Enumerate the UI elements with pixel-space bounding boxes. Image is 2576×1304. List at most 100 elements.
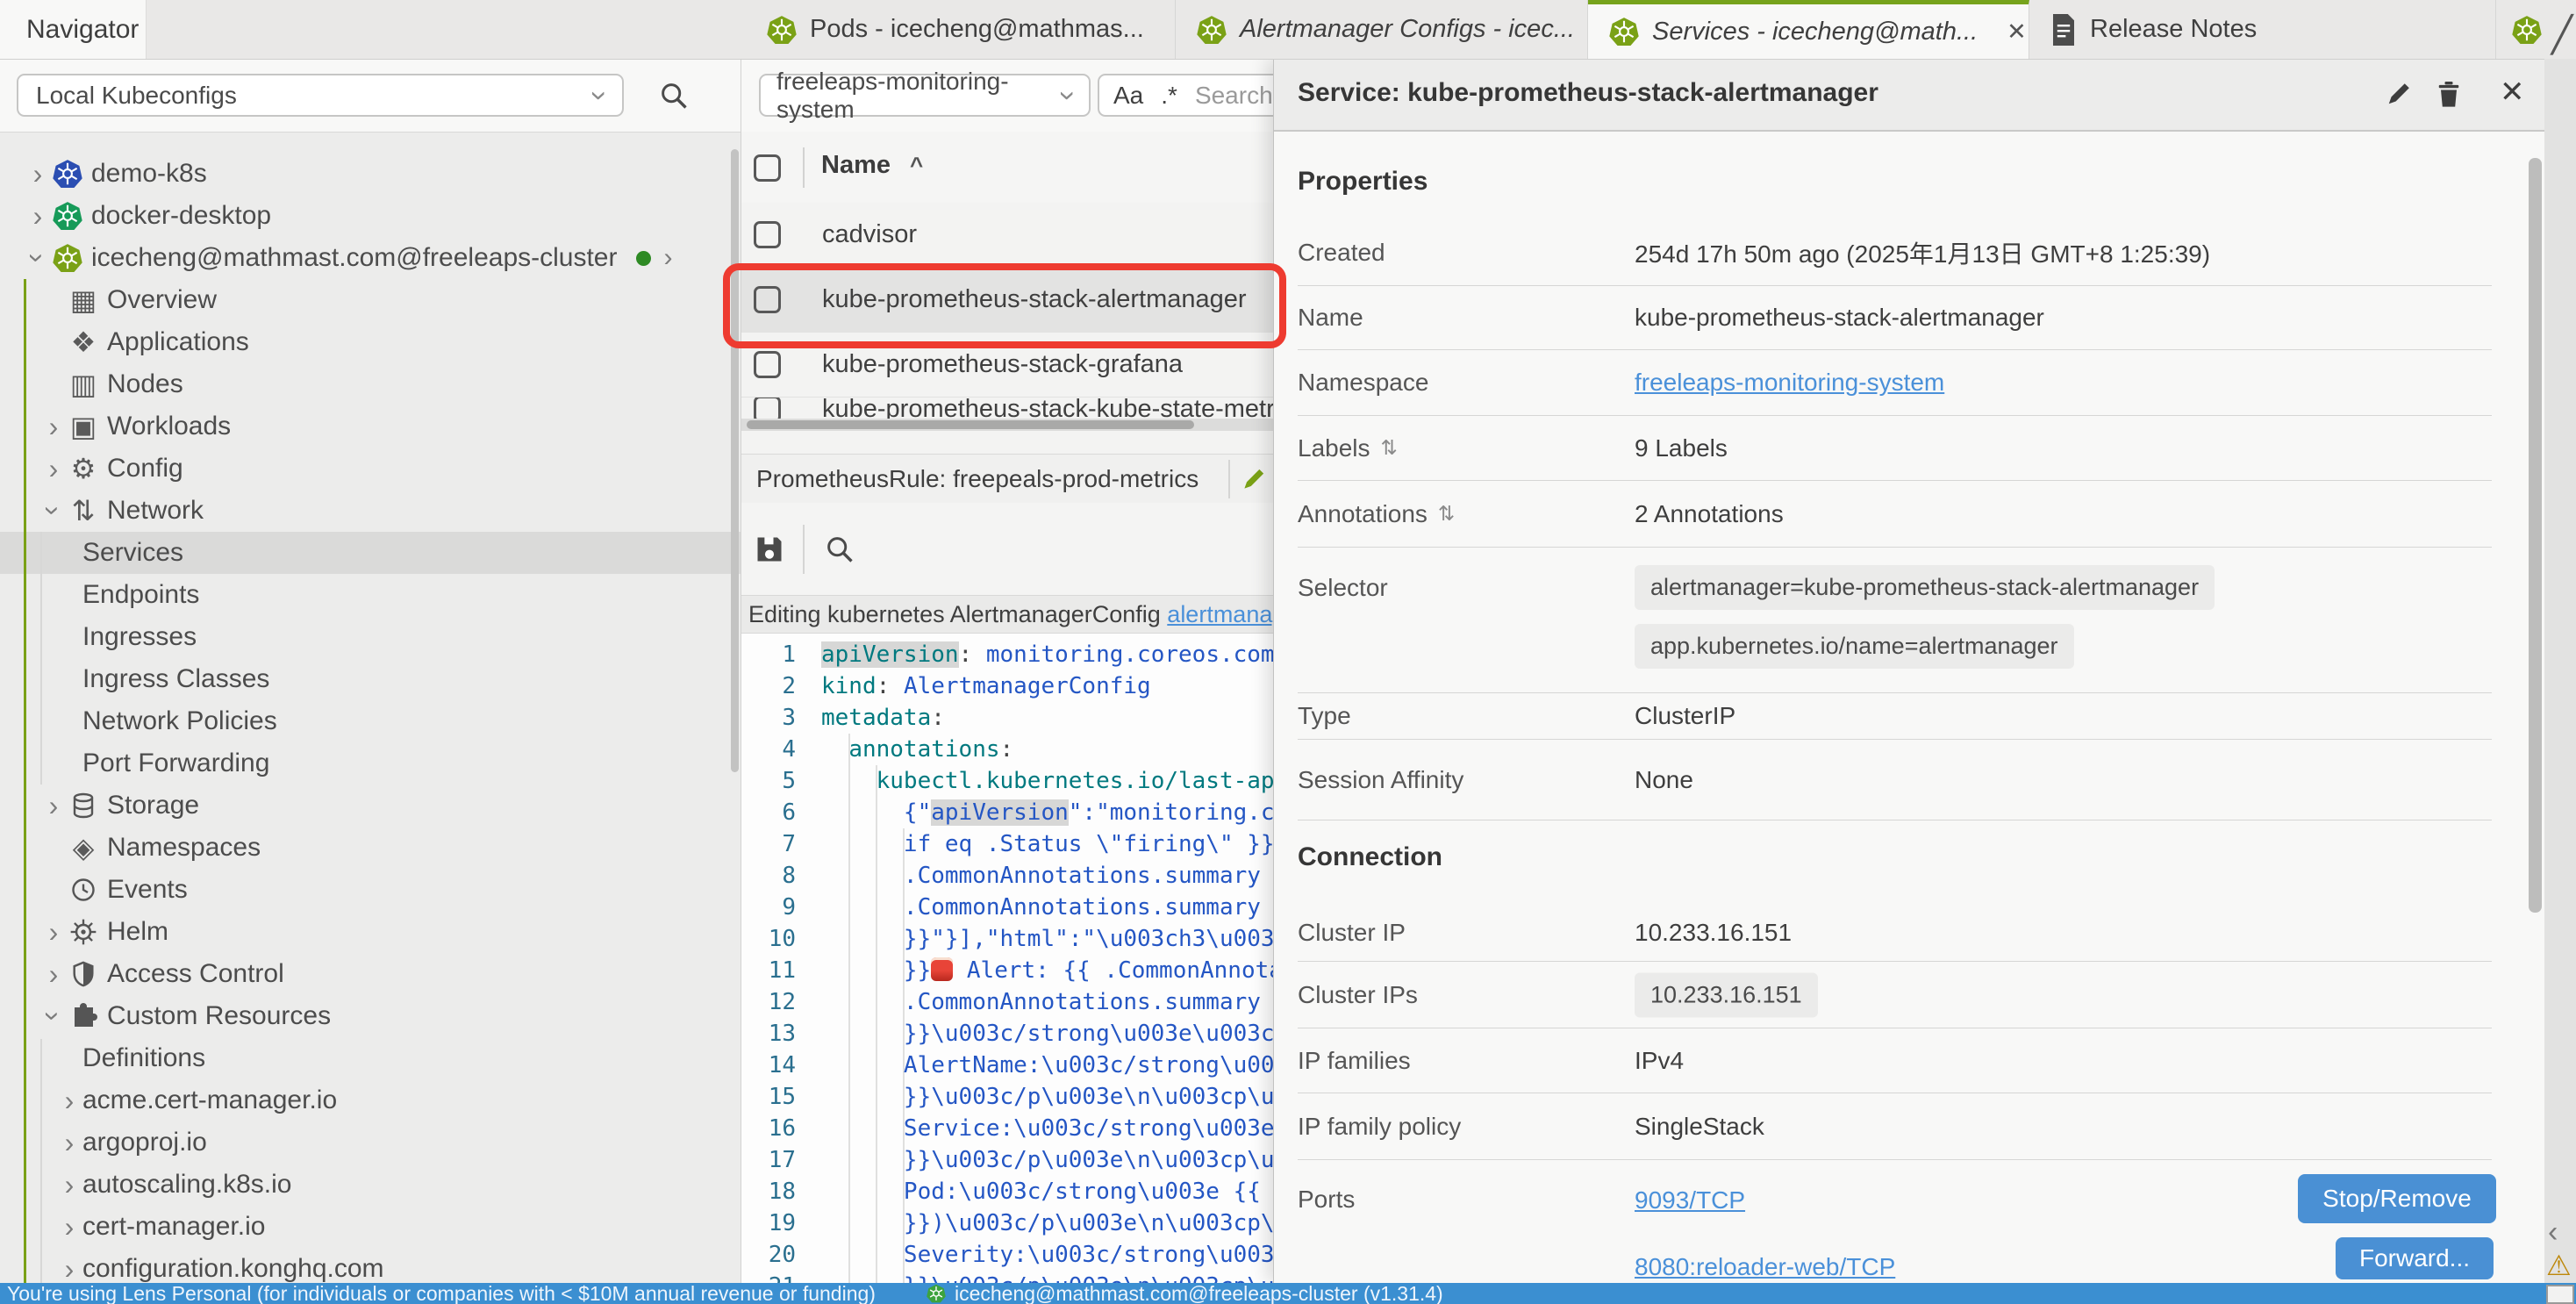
sidebar-item-label: Helm — [107, 917, 168, 947]
sidebar-item-label: Network Policies — [82, 706, 277, 736]
code-line: .CommonAnnotations.summary }}- — [821, 892, 1316, 923]
tab-services[interactable]: Services - icecheng@math...✕ — [1588, 0, 2029, 59]
sidebar-item-custom-resources[interactable]: ›Custom Resources — [0, 995, 741, 1037]
ip-family-policy-value: SingleStack — [1635, 1113, 1764, 1141]
sidebar-item-helm[interactable]: › Helm — [0, 911, 741, 953]
sort-toggle-icon[interactable]: ⇅ — [1381, 436, 1398, 460]
sidebar-item-events[interactable]: Events — [0, 869, 741, 911]
chevron-right-icon[interactable]: › — [40, 918, 67, 946]
search-icon[interactable] — [824, 534, 855, 565]
chevron-right-icon[interactable]: › — [40, 792, 67, 820]
row-checkbox[interactable] — [754, 221, 781, 248]
chevron-right-icon[interactable]: › — [56, 1086, 82, 1114]
name-column-header[interactable]: Name ^ — [821, 151, 923, 180]
row-checkbox[interactable] — [754, 351, 781, 378]
close-icon[interactable]: ✕ — [2500, 75, 2525, 110]
chevron-right-icon[interactable]: › — [56, 1128, 82, 1157]
stop-remove-button[interactable]: Stop/Remove — [2298, 1174, 2496, 1223]
forward-button[interactable]: Forward... — [2336, 1237, 2494, 1279]
partial-ui-fragment — [2546, 1285, 2574, 1304]
line-number: 19 — [741, 1207, 796, 1239]
sidebar-item-label: Config — [107, 454, 183, 484]
selector-chip: app.kubernetes.io/name=alertmanager — [1635, 624, 2074, 669]
sidebar-item-docker-desktop[interactable]: ›docker-desktop — [0, 195, 741, 237]
chevron-right-icon[interactable]: › — [25, 202, 51, 230]
prometheusrule-dock-tab[interactable]: PrometheusRule: freepeals-prod-metrics — [741, 454, 1273, 505]
chevron-right-icon[interactable]: › — [40, 412, 67, 441]
chevron-right-icon[interactable]: › — [25, 160, 51, 188]
match-case-toggle[interactable]: Aa — [1113, 82, 1143, 110]
table-row-cadvisor[interactable]: cadvisor — [741, 203, 1303, 268]
sidebar-item-network-policies[interactable]: Network Policies — [0, 700, 741, 742]
chevron-right-icon[interactable]: › — [40, 455, 67, 483]
tab-release[interactable]: Release Notes — [2029, 0, 2496, 59]
sidebar-item-autoscaling-k8s-io[interactable]: ›autoscaling.k8s.io — [0, 1164, 741, 1206]
line-number: 6 — [741, 797, 796, 828]
chevron-down-icon[interactable]: › — [39, 1003, 68, 1029]
horizontal-scrollbar[interactable] — [741, 419, 1273, 431]
save-icon[interactable] — [754, 534, 785, 565]
chevron-right-icon[interactable]: › — [663, 243, 672, 273]
sidebar-item-storage[interactable]: ›Storage — [0, 785, 741, 827]
line-number: 7 — [741, 828, 796, 860]
sidebar-item-configuration-konghq-com[interactable]: ›configuration.konghq.com — [0, 1248, 741, 1283]
sidebar-item-applications[interactable]: ❖Applications — [0, 321, 741, 363]
delete-trash-icon[interactable] — [2433, 78, 2465, 110]
sidebar-item-access-control[interactable]: ›Access Control — [0, 953, 741, 995]
chevron-right-icon[interactable]: › — [56, 1255, 82, 1283]
siren-emoji — [931, 957, 953, 981]
sidebar-item-workloads[interactable]: ›▣Workloads — [0, 405, 741, 448]
chevron-down-icon[interactable]: › — [39, 498, 68, 524]
sidebar-item-demo-k8s[interactable]: ›demo-k8s — [0, 153, 741, 195]
line-number: 2 — [741, 670, 796, 702]
port-link[interactable]: 8080:reloader-web/TCP — [1635, 1253, 1895, 1281]
sidebar-item-endpoints[interactable]: Endpoints — [0, 574, 741, 616]
sidebar-item-config[interactable]: ›⚙Config — [0, 448, 741, 490]
sidebar-item-acme-cert-manager-io[interactable]: ›acme.cert-manager.io — [0, 1079, 741, 1121]
sidebar-item-icecheng-mathmast-com-freeleaps-cluster[interactable]: ›icecheng@mathmast.com@freeleaps-cluster… — [0, 237, 741, 279]
sidebar-item-label: Events — [107, 875, 188, 905]
namespace-link[interactable]: freeleaps-monitoring-system — [1635, 369, 1944, 397]
sort-toggle-icon[interactable]: ⇅ — [1438, 502, 1455, 526]
edit-pencil-icon[interactable] — [1239, 464, 1269, 494]
chevron-right-icon[interactable]: › — [56, 1171, 82, 1199]
chevron-right-icon[interactable]: › — [56, 1213, 82, 1241]
chevron-down-icon[interactable]: › — [24, 245, 52, 271]
sidebar-item-services[interactable]: Services — [0, 532, 741, 574]
close-tab-icon[interactable]: ✕ — [2007, 18, 2027, 46]
applications-icon: ❖ — [67, 328, 100, 356]
search-icon[interactable] — [658, 80, 690, 111]
regex-toggle[interactable]: .* — [1161, 82, 1177, 110]
editing-text: Editing kubernetes AlertmanagerConfig — [748, 601, 1167, 628]
port-link[interactable]: 9093/TCP — [1635, 1186, 1745, 1214]
namespace-select[interactable]: freeleaps-monitoring-system › — [759, 74, 1091, 117]
tab-pods[interactable]: Pods - icecheng@mathmas... — [746, 0, 1176, 59]
sidebar-item-nodes[interactable]: ▥Nodes — [0, 363, 741, 405]
select-all-checkbox[interactable] — [754, 154, 781, 182]
sidebar-item-network[interactable]: ›⇅Network — [0, 490, 741, 532]
sidebar-item-argoproj-io[interactable]: ›argoproj.io — [0, 1121, 741, 1164]
sidebar-item-port-forwarding[interactable]: Port Forwarding — [0, 742, 741, 785]
sidebar-item-ingresses[interactable]: Ingresses — [0, 616, 741, 658]
edit-pencil-icon[interactable] — [2383, 78, 2415, 110]
table-row-kube-prometheus-stack-kube-state-metrics[interactable]: kube-prometheus-stack-kube-state-metrics — [741, 398, 1303, 421]
k8s-teal-icon — [51, 201, 84, 231]
top-tab-bar: Navigator Pods - icecheng@mathmas...Aler… — [0, 0, 2576, 60]
sidebar-item-ingress-classes[interactable]: Ingress Classes — [0, 658, 741, 700]
name-value: kube-prometheus-stack-alertmanager — [1635, 304, 2044, 332]
sidebar-item-overview[interactable]: ▦Overview — [0, 279, 741, 321]
tab-alertmanager[interactable]: Alertmanager Configs - icec... — [1176, 0, 1588, 59]
panel-scrollbar[interactable] — [2529, 158, 2542, 913]
sidebar-item-namespaces[interactable]: ◈Namespaces — [0, 827, 741, 869]
sidebar-item-definitions[interactable]: Definitions — [0, 1037, 741, 1079]
chevron-right-icon[interactable]: › — [40, 960, 67, 988]
kubeconfig-select[interactable]: Local Kubeconfigs › — [17, 74, 624, 117]
sidebar-scrollbar[interactable] — [731, 149, 739, 772]
active-cluster-status[interactable]: icecheng@mathmast.com@freeleaps-cluster … — [927, 1283, 1443, 1304]
sidebar-item-label: Overview — [107, 285, 217, 315]
sidebar-item-label: acme.cert-manager.io — [82, 1085, 337, 1115]
sidebar-item-cert-manager-io[interactable]: ›cert-manager.io — [0, 1206, 741, 1248]
config-icon: ⚙ — [67, 455, 100, 483]
row-checkbox[interactable] — [754, 398, 781, 421]
line-number: 9 — [741, 892, 796, 923]
